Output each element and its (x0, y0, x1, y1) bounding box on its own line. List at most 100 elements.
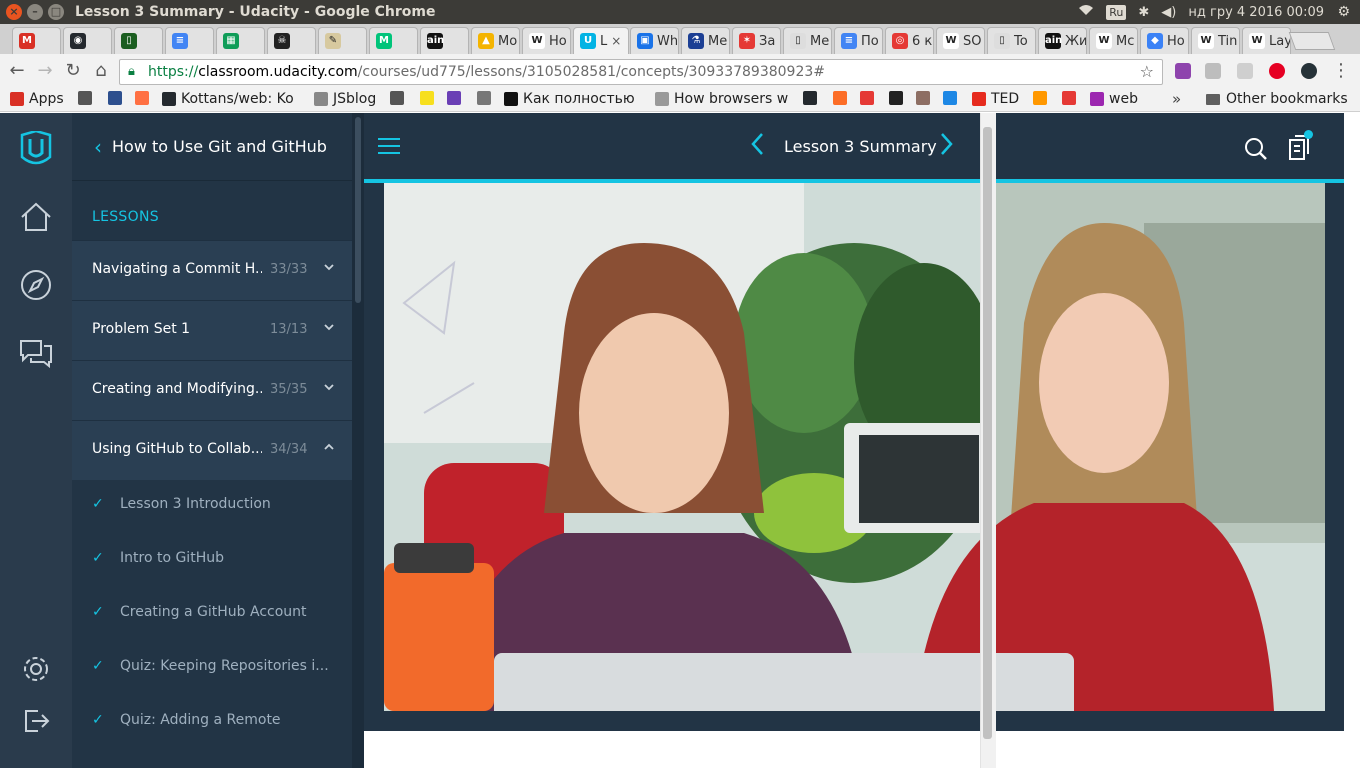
tab[interactable]: W Ho (522, 27, 571, 54)
concept-item[interactable]: ✓ Intro to GitHub (72, 533, 352, 587)
bookmark-icon-item[interactable] (833, 91, 852, 105)
bookmark-item[interactable]: web (1090, 91, 1138, 107)
bookmark-item[interactable]: Apps (10, 91, 64, 107)
bookmark-icon-item[interactable] (78, 91, 97, 105)
previous-concept-button[interactable] (750, 132, 764, 162)
tab[interactable]: M (12, 27, 61, 54)
address-bar[interactable]: 🔒︎ https://classroom.udacity.com/courses… (119, 59, 1163, 85)
tab-active[interactable]: U L × (573, 27, 629, 54)
bookmarks-overflow-icon[interactable]: » (1172, 90, 1181, 108)
bookmark-item[interactable]: Kottans/web: Ko (162, 91, 294, 107)
tab[interactable]: ☠ (267, 27, 316, 54)
chevron-up-icon[interactable] (324, 440, 334, 454)
sidebar-scrollbar-thumb[interactable] (355, 117, 361, 303)
window-maximize-button[interactable]: □ (48, 4, 64, 20)
volume-icon[interactable]: ◀) (1161, 5, 1176, 20)
extension-feather-icon[interactable] (1175, 63, 1191, 79)
bookmark-icon-item[interactable] (447, 91, 466, 105)
bookmark-item[interactable]: JSblog (314, 91, 376, 107)
wifi-icon[interactable] (1078, 4, 1094, 20)
lock-icon[interactable]: 🔒︎ (128, 60, 135, 84)
search-icon[interactable] (1244, 137, 1268, 165)
tab[interactable]: ◎ 6 к (885, 27, 934, 54)
other-bookmarks-folder[interactable]: Other bookmarks (1206, 91, 1348, 107)
tab[interactable]: ▯ To (987, 27, 1036, 54)
system-settings-icon[interactable]: ⚙ (1337, 4, 1350, 20)
new-tab-button[interactable] (1288, 32, 1336, 50)
forward-button[interactable]: → (34, 60, 56, 81)
extension-b-icon[interactable] (1205, 63, 1221, 79)
bookmark-icon-item[interactable] (108, 91, 127, 105)
extension-circle-icon[interactable] (1301, 63, 1317, 79)
bookmark-icon-item[interactable] (916, 91, 935, 105)
page-scrollbar-thumb[interactable] (983, 127, 992, 739)
chrome-menu-icon[interactable]: ⋮ (1332, 60, 1350, 81)
tab[interactable]: ▯ (114, 27, 163, 54)
udacity-logo-icon[interactable] (18, 129, 54, 167)
bookmark-item[interactable]: Как полностью г (504, 91, 640, 107)
menu-icon[interactable] (378, 138, 400, 159)
lesson-row[interactable]: Navigating a Commit H... 33/33 (72, 240, 352, 300)
chevron-down-icon[interactable] (324, 320, 334, 334)
settings-icon[interactable] (18, 651, 54, 687)
tab-close-icon[interactable]: × (611, 34, 621, 48)
bookmark-star-icon[interactable]: ☆ (1140, 60, 1154, 84)
lesson-row[interactable]: Using GitHub to Collab... 34/34 (72, 420, 352, 480)
keyboard-layout-indicator[interactable]: Ru (1106, 4, 1127, 20)
tab[interactable]: ain (420, 27, 469, 54)
bookmark-icon-item[interactable] (803, 91, 822, 105)
tab[interactable]: ▲ Mo (471, 27, 520, 54)
tab[interactable]: W Tin (1191, 27, 1240, 54)
tab[interactable]: ▣ Wh (630, 27, 679, 54)
pinterest-icon[interactable] (1269, 63, 1285, 79)
tab[interactable]: M (369, 27, 418, 54)
concept-item[interactable]: ✓ Quiz: Keeping Repositories i... (72, 641, 352, 695)
back-button[interactable]: ← (6, 60, 28, 81)
lesson-row[interactable]: Problem Set 1 13/13 (72, 300, 352, 360)
bookmark-icon-item[interactable] (420, 91, 439, 105)
concept-item[interactable]: ✓ Quiz: Adding a Remote (72, 695, 352, 749)
extension-grid-icon[interactable] (1237, 63, 1253, 79)
tab[interactable]: ≡ (165, 27, 214, 54)
tab[interactable]: ain Жи (1038, 27, 1087, 54)
logout-icon[interactable] (18, 703, 54, 739)
bookmark-icon-item[interactable] (860, 91, 879, 105)
bookmark-icon-item[interactable] (390, 91, 409, 105)
compass-icon[interactable] (18, 267, 54, 303)
bookmark-icon-item[interactable] (135, 91, 154, 105)
window-close-button[interactable]: × (6, 4, 22, 20)
bookmark-icon-item[interactable] (889, 91, 908, 105)
chat-icon[interactable] (18, 335, 54, 371)
clock[interactable]: нд гру 4 2016 00:09 (1188, 5, 1324, 20)
course-back-link[interactable]: ‹ How to Use Git and GitHub (72, 113, 352, 181)
tab[interactable]: W SO (936, 27, 985, 54)
bookmark-icon-item[interactable] (943, 91, 962, 105)
chevron-down-icon[interactable] (324, 380, 334, 394)
tab[interactable]: ≡ По (834, 27, 883, 54)
home-icon[interactable] (18, 199, 54, 235)
tab[interactable]: ✶ За (732, 27, 781, 54)
bluetooth-icon[interactable]: ✱ (1138, 5, 1149, 20)
bookmark-item[interactable]: TED (972, 91, 1019, 107)
bookmark-icon-item[interactable] (477, 91, 496, 105)
bookmark-item[interactable]: How browsers w (655, 91, 788, 107)
bookmark-icon-item[interactable] (1033, 91, 1052, 105)
tab[interactable]: ◆ Ho (1140, 27, 1189, 54)
reload-button[interactable]: ↻ (62, 60, 84, 81)
tab[interactable]: ✎ (318, 27, 367, 54)
lesson-video[interactable] (384, 183, 1325, 711)
lesson-row[interactable]: Creating and Modifying... 35/35 (72, 360, 352, 420)
tab[interactable]: W Mc (1089, 27, 1138, 54)
tab[interactable]: W Lay (1242, 27, 1291, 54)
bookmark-icon-item[interactable] (1062, 91, 1081, 105)
next-concept-button[interactable] (940, 132, 954, 162)
tab[interactable]: ◉ (63, 27, 112, 54)
tab[interactable]: ⚗ Me (681, 27, 730, 54)
home-button[interactable]: ⌂ (90, 60, 112, 81)
tab[interactable]: ▦ (216, 27, 265, 54)
tab[interactable]: ▯ Me (783, 27, 832, 54)
concept-item[interactable]: ✓ Creating a GitHub Account (72, 587, 352, 641)
concept-item[interactable]: ✓ Lesson 3 Introduction (72, 479, 352, 533)
window-minimize-button[interactable]: – (27, 4, 43, 20)
chevron-down-icon[interactable] (324, 260, 334, 274)
